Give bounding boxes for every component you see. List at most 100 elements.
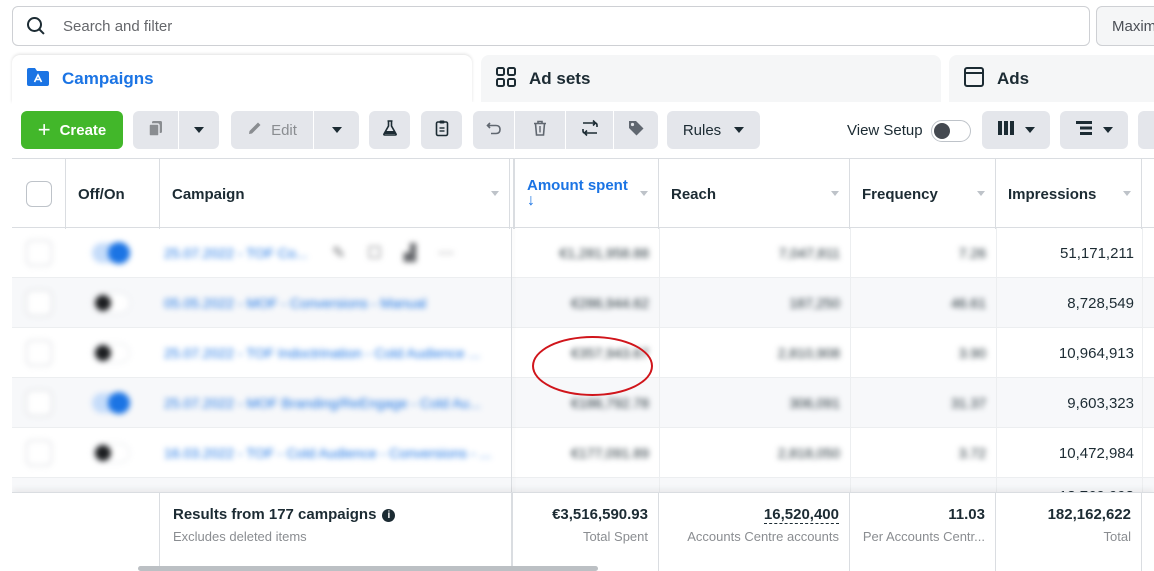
export-button[interactable] [566,111,613,149]
select-all-checkbox[interactable] [26,181,52,207]
summary-reach-cell: 16,520,400 Accounts Centre accounts [659,493,850,571]
tab-ad-sets[interactable]: Ad sets [481,55,941,103]
total-impressions-label: Total [1103,529,1131,544]
create-label: Create [59,121,107,139]
search-input[interactable] [63,17,963,35]
header-frequency[interactable]: Frequency [850,159,996,229]
search-icon [26,16,46,36]
impressions-cell: 8,728,549 [1067,295,1134,312]
campaign-name-link[interactable]: 05.05.2022 - MOF - Conversions - Manual [164,295,504,311]
header-off-on[interactable]: Off/On [66,159,160,229]
create-button[interactable]: + Create [21,111,123,149]
row-toggle[interactable] [92,443,130,463]
duplicate-dropdown-button[interactable] [179,111,219,149]
duplicate-button[interactable] [133,111,178,149]
amount-cell: €177,091.89 [571,445,649,461]
view-setup-label: View Setup [847,122,923,139]
maximize-button[interactable]: Maxim [1096,6,1154,46]
campaign-name-link[interactable]: 25.07.2022 - MOF Branding/ReEngage - Col… [164,395,504,411]
frequency-cell: 46.61 [950,295,986,311]
row-toggle[interactable] [92,392,130,414]
top-bar: Maxim [0,0,1154,52]
header-campaign[interactable]: Campaign [160,159,510,229]
reach-cell: 7,047,811 [778,245,840,261]
table-row[interactable]: 05.05.2022 - MOF - Conversions - Manual … [12,278,1154,328]
total-reach-value[interactable]: 16,520,400 [763,506,839,524]
tab-ads-label: Ads [997,69,1030,88]
more-options-button[interactable] [1138,111,1154,149]
header-off-on-label: Off/On [78,186,125,203]
row-action-icons[interactable]: ✎☐▟⋯ [332,243,476,263]
row-checkbox[interactable] [26,340,52,366]
breakdown-icon [1075,120,1093,140]
toolbar: + Create Edit Rules View Setup [12,102,1154,158]
tag-button[interactable] [614,111,658,149]
rules-label: Rules [682,121,722,139]
row-toggle[interactable] [92,293,130,313]
edit-dropdown-button[interactable] [314,111,359,149]
row-toggle[interactable] [92,343,130,363]
edit-button[interactable]: Edit [231,111,313,149]
row-checkbox[interactable] [26,440,52,466]
header-reach-label: Reach [671,186,717,203]
row-checkbox[interactable] [26,290,52,316]
frequency-cell: 3.72 [958,445,986,461]
sort-caret-icon [491,191,499,196]
header-amount-spent-label: Amount spent [527,177,628,194]
frequency-cell: 7.26 [958,245,986,261]
undo-button[interactable] [473,111,514,149]
chevron-down-icon [194,127,204,133]
columns-icon [997,120,1015,140]
delete-button[interactable] [515,111,565,149]
amount-cell: €186,792.78 [571,395,649,411]
breakdown-button[interactable] [1060,111,1128,149]
horizontal-scrollbar[interactable] [138,566,598,571]
tab-campaigns[interactable]: Campaigns [12,55,472,103]
clipboard-button[interactable] [421,111,462,149]
row-toggle[interactable] [92,242,130,264]
impressions-cell: 10,964,913 [1058,345,1134,362]
tab-campaigns-label: Campaigns [62,69,154,88]
frequency-cell: 31.37 [950,395,986,411]
reach-cell: 306,091 [789,395,840,411]
header-impressions[interactable]: Impressions [996,159,1142,229]
sort-descending-icon: ↓ [527,192,535,209]
total-impressions-value: 182,162,622 [1047,506,1131,523]
grid-icon [495,66,517,93]
undo-icon [485,119,503,141]
header-amount-spent[interactable]: Amount spent ↓ [513,159,659,229]
header-impressions-label: Impressions [1008,186,1097,203]
amount-cell: €1,281,958.88 [559,245,649,261]
summary-amount-cell: €3,516,590.93 Total Spent [513,493,659,571]
summary-spacer [12,493,160,571]
frequency-cell: 3.90 [958,345,986,361]
header-reach[interactable]: Reach [659,159,850,229]
summary-impressions-cell: 182,162,622 Total [996,493,1142,571]
chevron-down-icon [1103,127,1113,133]
sort-caret-icon [831,191,839,196]
total-spent-value: €3,516,590.93 [552,506,648,523]
campaign-name-link[interactable]: 25.07.2022 - TOF Indoctrination - Cold A… [164,345,504,361]
total-frequency-value: 11.03 [948,506,985,523]
sort-caret-icon [640,191,648,196]
edit-label: Edit [271,121,297,139]
trash-icon [531,119,549,141]
rules-button[interactable]: Rules [667,111,760,149]
tab-ad-sets-label: Ad sets [529,69,591,88]
tab-ads[interactable]: Ads [949,55,1154,103]
impressions-cell: 9,603,323 [1067,395,1134,412]
campaign-name-link[interactable]: 16.03.2022 - TOF - Cold Audience - Conve… [164,445,504,461]
columns-button[interactable] [982,111,1050,149]
view-setup-toggle[interactable] [931,120,971,142]
total-spent-label: Total Spent [582,529,648,544]
ab-test-button[interactable] [369,111,410,149]
table-row[interactable]: 16.03.2022 - TOF - Cold Audience - Conve… [12,428,1154,478]
row-checkbox[interactable] [26,240,52,266]
search-bar[interactable] [12,6,1090,46]
table-row[interactable]: 25.07.2022 - TOF Co... ✎☐▟⋯ €1,281,958.8… [12,228,1154,278]
impressions-cell: 51,171,211 [1060,245,1134,262]
amount-cell: €286,944.62 [571,295,649,311]
row-checkbox[interactable] [26,390,52,416]
header-frequency-label: Frequency [862,186,938,203]
summary-campaign-cell [160,493,513,571]
